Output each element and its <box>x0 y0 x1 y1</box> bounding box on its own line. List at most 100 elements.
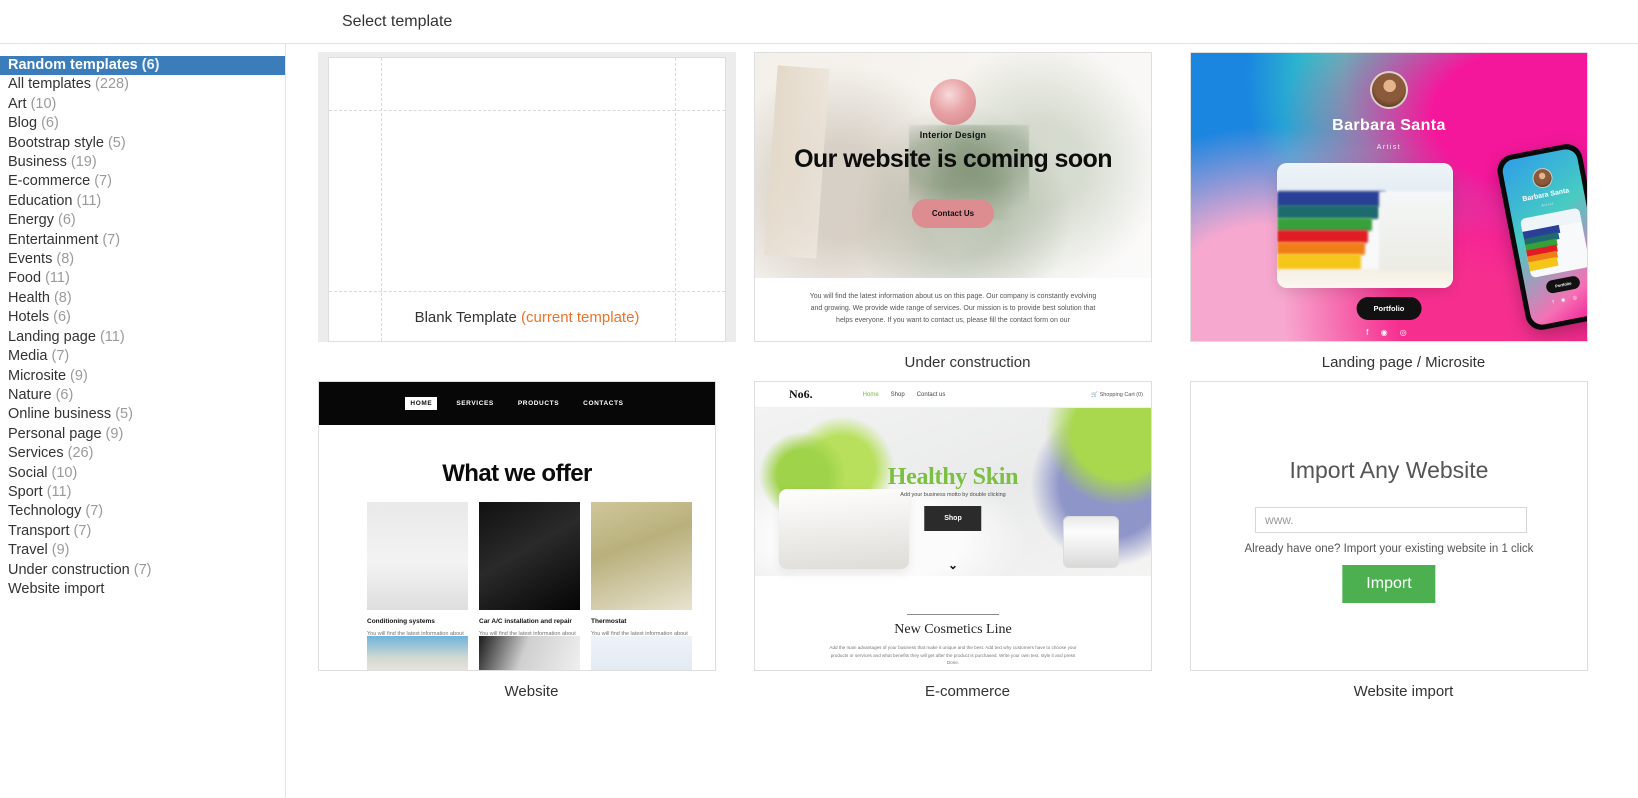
shop-motto: Add your business motto by double clicki… <box>900 492 1006 498</box>
guide-line-horizontal <box>329 110 725 111</box>
sidebar-item-social[interactable]: Social (10) <box>0 464 285 483</box>
sidebar-item-education[interactable]: Education (11) <box>0 192 285 211</box>
under-construction-card[interactable]: Interior Design Our website is coming so… <box>753 52 1172 342</box>
website-card[interactable]: HOME SERVICES PRODUCTS CONTACTS What we off… <box>318 381 736 671</box>
phone-portfolio-button[interactable]: Portfolio <box>1545 274 1582 295</box>
sidebar-item-label: Website import <box>8 580 105 597</box>
shop-headline: Healthy Skin <box>887 464 1019 490</box>
artist-name: Barbara Santa <box>1332 117 1446 134</box>
sidebar-item-count: (9) <box>105 425 124 442</box>
site-nav-item[interactable]: PRODUCTS <box>513 397 564 410</box>
landing-microsite-caption: Landing page / Microsite <box>1321 354 1486 371</box>
blank-template-card[interactable]: Blank Template (current template) <box>318 52 736 342</box>
template-grid: Blank Template (current template) Interi… <box>286 44 1638 798</box>
shop-nav-item[interactable]: Home <box>863 392 879 398</box>
sidebar-item-personal-page[interactable]: Personal page (9) <box>0 425 285 444</box>
website-import-card[interactable]: Import Any Website Already have one? Imp… <box>1189 381 1608 671</box>
sidebar-item-microsite[interactable]: Microsite (9) <box>0 367 285 386</box>
landing-microsite-card[interactable]: Barbara Santa Artist Barbara Santa Artis… <box>1189 52 1608 342</box>
phone-artwork <box>1519 207 1587 279</box>
sidebar-item-label: Travel <box>8 542 48 559</box>
site-nav-item[interactable]: CONTACTS <box>578 397 628 410</box>
sidebar-item-count: (7) <box>73 522 92 539</box>
sidebar-item-transport[interactable]: Transport (7) <box>0 522 285 541</box>
shop-navbar: No6. Home Shop Contact us 🛒 Shopping Cart … <box>754 382 1151 408</box>
sidebar-item-blog[interactable]: Blog (6) <box>0 114 285 133</box>
sidebar-item-label: Hotels <box>8 309 50 326</box>
sidebar-item-energy[interactable]: Energy (6) <box>0 211 285 230</box>
sidebar-item-services[interactable]: Services (26) <box>0 444 285 463</box>
shop-button[interactable]: Shop <box>924 506 982 531</box>
sidebar-item-count: (6) <box>55 386 74 403</box>
phone-social-icons: f ◉ ◎ <box>1551 294 1581 306</box>
sidebar-item-art[interactable]: Art (10) <box>0 95 285 114</box>
hero-eyebrow: Interior Design <box>919 130 987 140</box>
sidebar-item-under-construction[interactable]: Under construction (7) <box>0 561 285 580</box>
sidebar-item-technology[interactable]: Technology (7) <box>0 502 285 521</box>
sidebar-item-business[interactable]: Business (19) <box>0 153 285 172</box>
shop-nav-item[interactable]: Shop <box>891 392 905 398</box>
sidebar-item-hotels[interactable]: Hotels (6) <box>0 308 285 327</box>
sidebar-item-count: (7) <box>94 173 112 190</box>
sidebar-item-health[interactable]: Health (8) <box>0 289 285 308</box>
sidebar-item-label: Social <box>8 464 48 481</box>
artist-role: Artist <box>1376 144 1402 151</box>
sidebar-item-bootstrap-style[interactable]: Bootstrap style (5) <box>0 134 285 153</box>
template-card-under-construction[interactable]: Interior Design Our website is coming so… <box>753 52 1190 371</box>
template-card-website-import[interactable]: Import Any Website Already have one? Imp… <box>1189 381 1626 700</box>
ecommerce-card[interactable]: No6. Home Shop Contact us 🛒 Shopping Cart … <box>753 381 1172 671</box>
sidebar-item-entertainment[interactable]: Entertainment (7) <box>0 231 285 250</box>
shop-logo: No6. <box>788 387 813 401</box>
chevron-down-icon[interactable]: ⌄ <box>948 558 958 572</box>
contact-us-button[interactable]: Contact Us <box>911 199 995 228</box>
portfolio-button[interactable]: Portfolio <box>1356 297 1422 320</box>
shop-nav-links: Home Shop Contact us <box>863 392 946 398</box>
sidebar-item-events[interactable]: Events (8) <box>0 250 285 269</box>
landing-microsite-preview: Barbara Santa Artist Barbara Santa Artis… <box>1189 52 1588 342</box>
sidebar-item-label: Microsite <box>8 367 67 384</box>
sidebar-item-label: Blog <box>8 115 38 132</box>
service-image <box>479 502 580 610</box>
sidebar-item-count: (5) <box>115 406 133 423</box>
sidebar-item-label: Landing page <box>8 328 96 345</box>
site-nav-item[interactable]: SERVICES <box>451 397 499 410</box>
sidebar-item-all-templates[interactable]: All templates (228) <box>0 75 285 94</box>
sidebar-item-food[interactable]: Food (11) <box>0 269 285 288</box>
sidebar-item-nature[interactable]: Nature (6) <box>0 386 285 405</box>
sidebar-item-label: Under construction <box>8 561 130 578</box>
sidebar-item-sport[interactable]: Sport (11) <box>0 483 285 502</box>
sidebar-item-label: Random templates <box>8 57 138 73</box>
sidebar-item-label: Food <box>8 270 42 287</box>
import-heading: Import Any Website <box>1289 457 1489 483</box>
sidebar-item-website-import[interactable]: Website import <box>0 580 285 599</box>
service-image <box>367 502 468 610</box>
sidebar-item-label: Online business <box>8 406 112 423</box>
shop-nav-item[interactable]: Contact us <box>917 392 946 398</box>
website-url-input[interactable] <box>1254 507 1527 533</box>
sidebar-item-e-commerce[interactable]: E-commerce (7) <box>0 172 285 191</box>
service-title: Car A/C installation and repair <box>479 618 572 625</box>
sidebar-item-count: (6) <box>41 115 59 132</box>
template-card-website[interactable]: HOME SERVICES PRODUCTS CONTACTS What we off… <box>318 381 754 700</box>
sidebar-item-landing-page[interactable]: Landing page (11) <box>0 328 285 347</box>
guide-line-horizontal <box>329 291 725 292</box>
sidebar-item-travel[interactable]: Travel (9) <box>0 541 285 560</box>
import-button[interactable]: Import <box>1342 565 1436 603</box>
shopping-cart-link[interactable]: 🛒 Shopping Cart (0) <box>1091 392 1143 398</box>
sidebar-item-media[interactable]: Media (7) <box>0 347 285 366</box>
sidebar-item-online-business[interactable]: Online business (5) <box>0 405 285 424</box>
ecommerce-caption: E-commerce <box>924 683 1010 700</box>
sidebar-item-random-templates[interactable]: Random templates (6) <box>0 56 285 76</box>
site-nav-item[interactable]: HOME <box>405 397 438 410</box>
strip-image <box>479 636 580 670</box>
category-sidebar: Random templates (6) All templates (228) A… <box>0 44 286 798</box>
sidebar-item-label: Personal page <box>8 425 102 442</box>
sphere-decor <box>929 79 976 125</box>
sidebar-item-label: Technology <box>8 503 82 520</box>
template-card-blank[interactable]: Blank Template (current template) <box>318 52 754 371</box>
phone-avatar <box>1530 166 1555 190</box>
template-card-landing-microsite[interactable]: Barbara Santa Artist Barbara Santa Artis… <box>1189 52 1626 371</box>
sidebar-item-label: Bootstrap style <box>8 134 104 151</box>
shop-section-title: New Cosmetics Line <box>894 622 1012 637</box>
template-card-ecommerce[interactable]: No6. Home Shop Contact us 🛒 Shopping Cart … <box>753 381 1190 700</box>
